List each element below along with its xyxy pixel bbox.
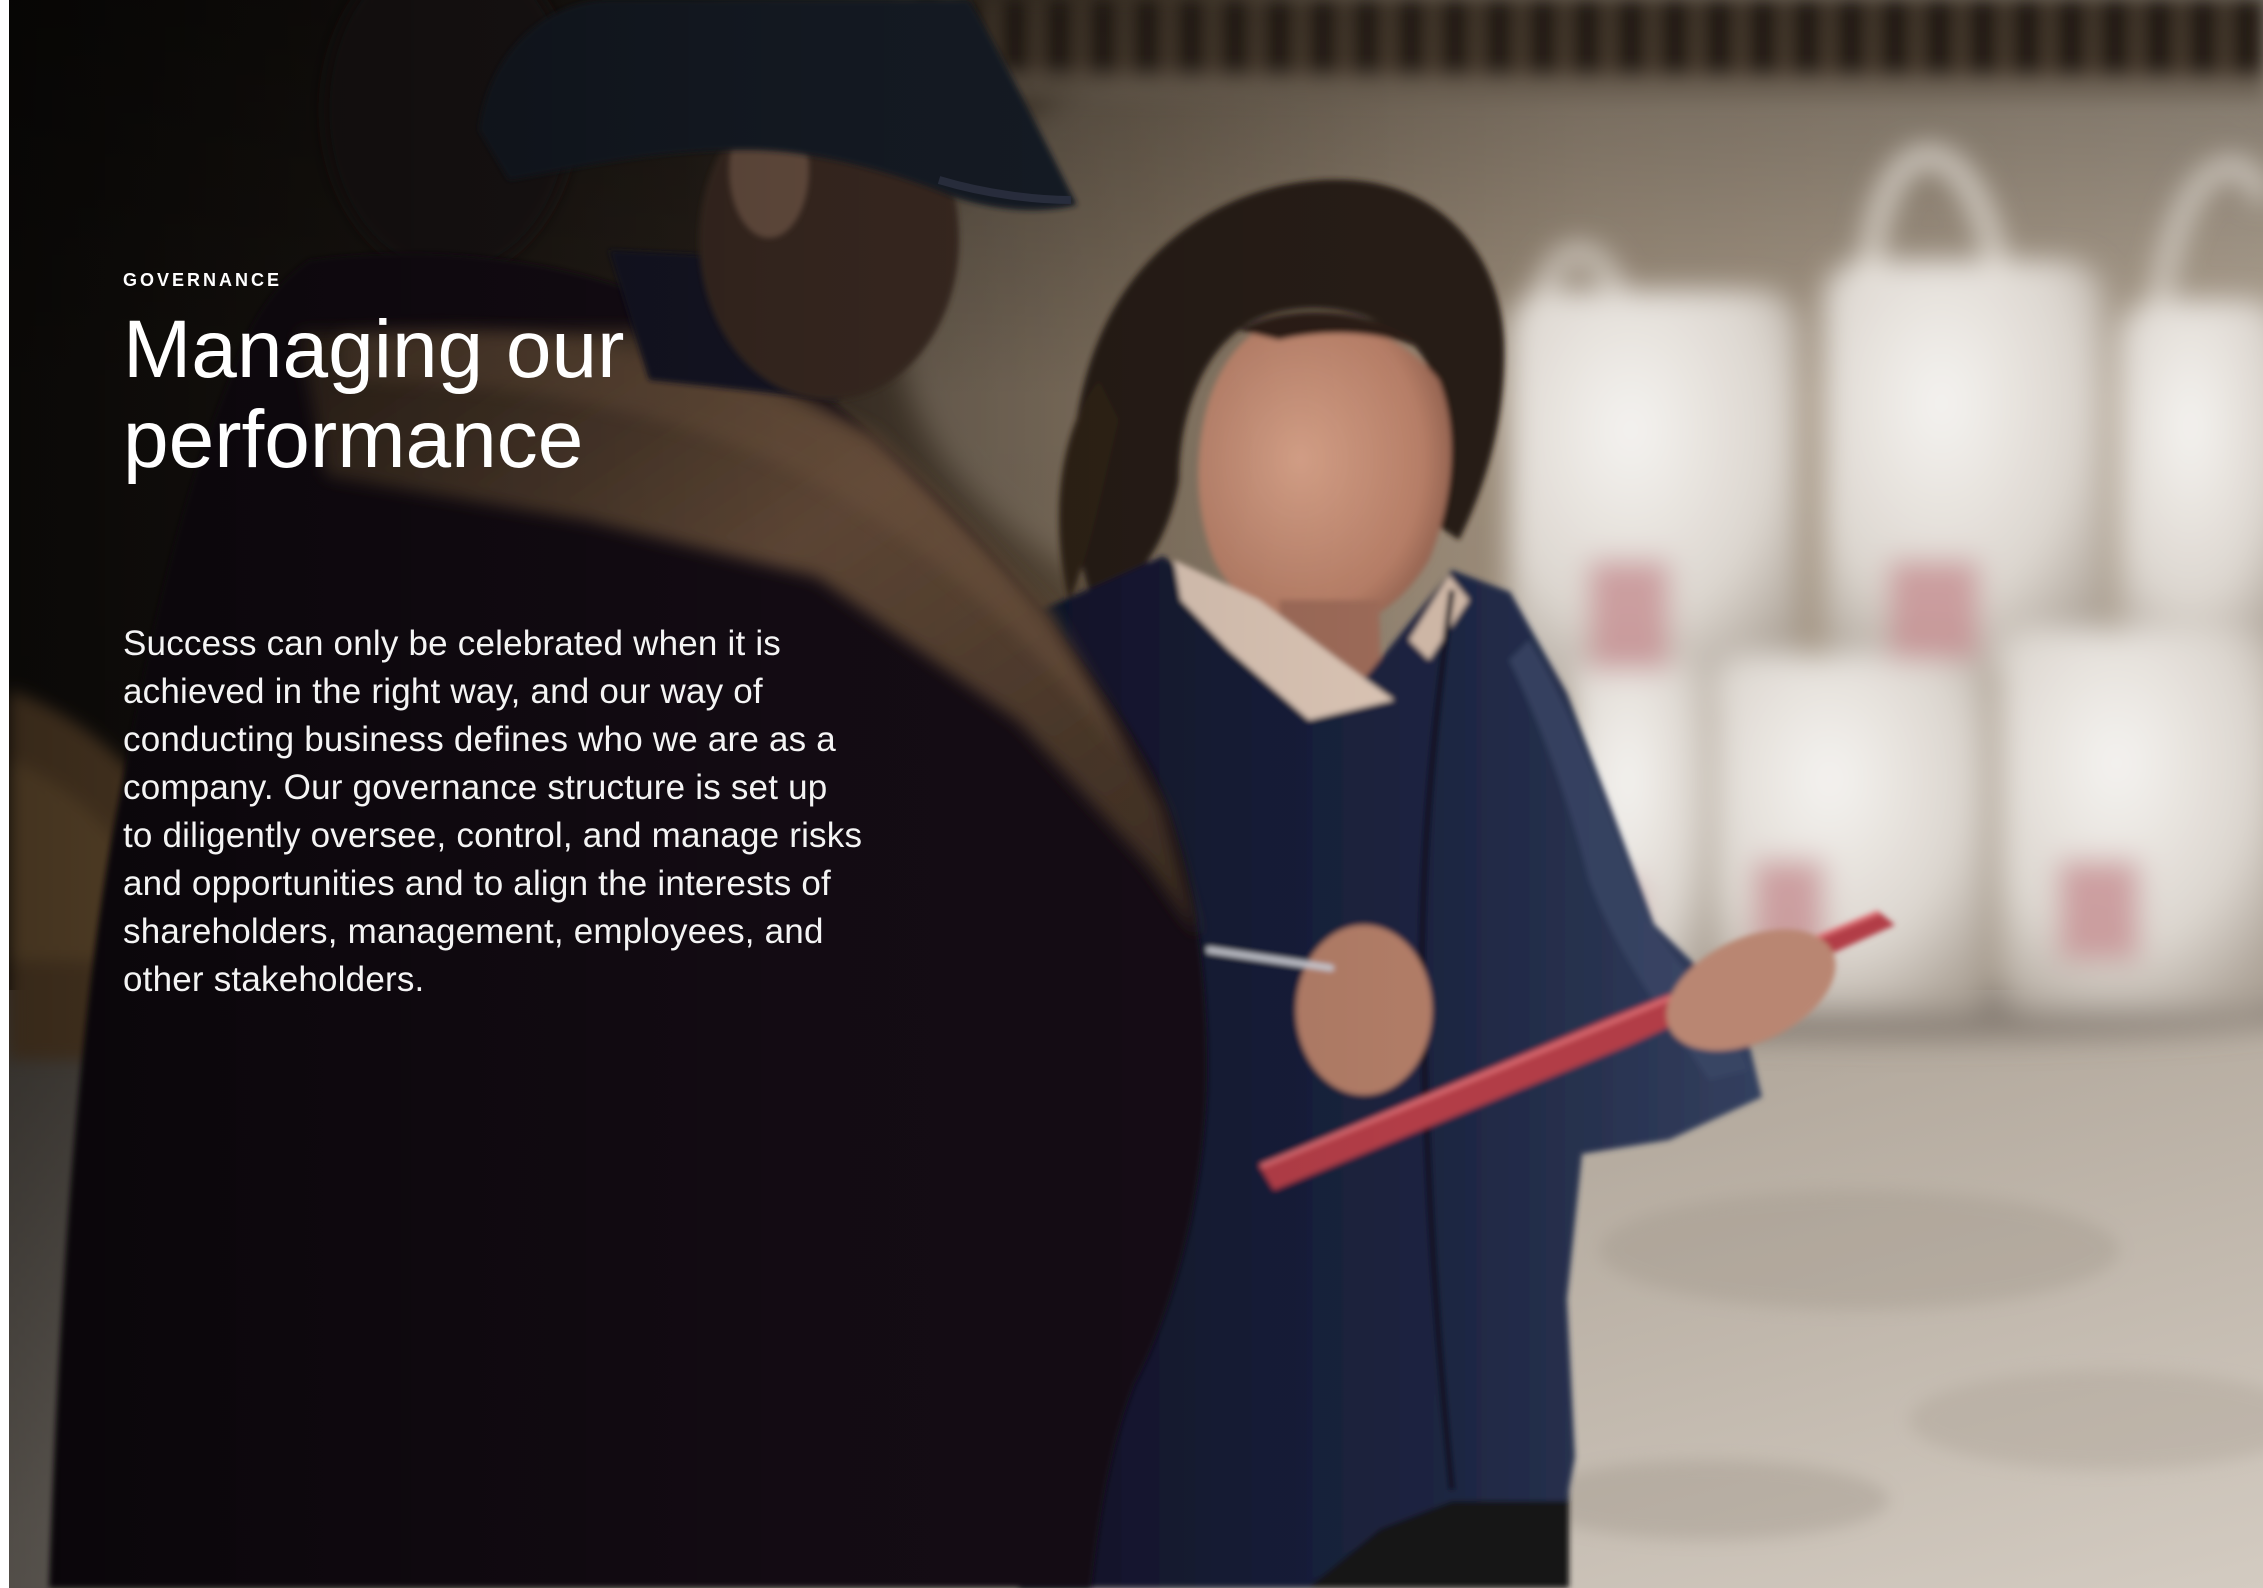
paragraph-line: to diligently oversee, control, and mana… (123, 816, 863, 855)
bag-label (2059, 860, 2139, 960)
title-line: performance (123, 394, 584, 485)
floor-patch (1599, 1190, 2119, 1310)
paragraph-line: company. Our governance structure is set… (123, 768, 828, 807)
paragraph-line: shareholders, management, employees, and (123, 912, 824, 951)
floor-patch (1529, 1460, 1889, 1540)
report-page: GOVERNANCE Managing our performance Succ… (0, 0, 2263, 1588)
intro-paragraph: Success can only be celebrated when it i… (123, 620, 862, 1004)
paragraph-line: achieved in the right way, and our way o… (123, 672, 763, 711)
bag-label (1889, 560, 1979, 660)
paragraph-line: Success can only be celebrated when it i… (123, 624, 782, 663)
bag-label (1589, 560, 1669, 670)
page-title: Managing our performance (123, 305, 624, 485)
paragraph-line: and opportunities and to align the inter… (123, 864, 831, 903)
paragraph-line: other stakeholders. (123, 960, 425, 999)
bulk-bag (2119, 300, 2263, 660)
section-label: GOVERNANCE (123, 270, 283, 290)
title-line: Managing our (123, 304, 625, 395)
text-block: GOVERNANCE Managing our performance Succ… (123, 0, 1023, 1588)
paragraph-line: conducting business defines who we are a… (123, 720, 836, 759)
